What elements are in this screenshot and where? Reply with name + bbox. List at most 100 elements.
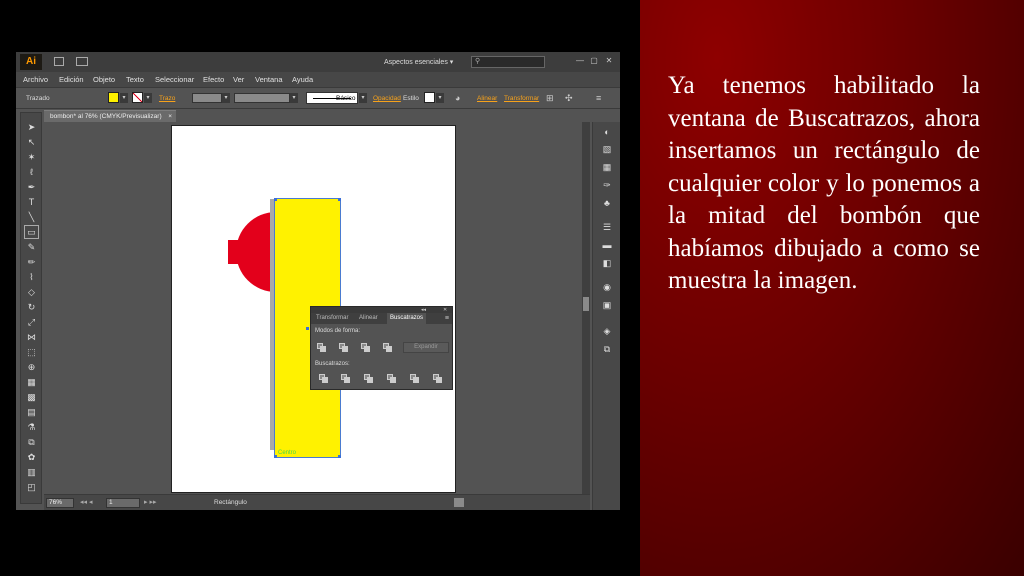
divide-icon[interactable] bbox=[319, 374, 329, 383]
direct-selection-tool-icon[interactable]: ↖ bbox=[25, 136, 38, 148]
anchor-point[interactable] bbox=[338, 198, 341, 201]
artboard-number-field[interactable]: 1 bbox=[106, 498, 140, 508]
vertical-scroll-thumb[interactable] bbox=[583, 297, 589, 311]
color-panel-icon[interactable]: ◐ bbox=[601, 127, 613, 138]
menu-ventana[interactable]: Ventana bbox=[255, 75, 283, 84]
artboard-next-nav[interactable]: ▸ ▸▸ bbox=[144, 498, 157, 506]
menu-texto[interactable]: Texto bbox=[126, 75, 144, 84]
mesh-tool-icon[interactable]: ▩ bbox=[25, 391, 38, 403]
tab-buscatrazos[interactable]: Buscatrazos bbox=[387, 313, 427, 324]
stroke-swatch[interactable] bbox=[132, 92, 143, 103]
bonbon-wrapper-tab[interactable] bbox=[228, 240, 242, 264]
transparency-icon[interactable]: ◧ bbox=[601, 258, 613, 269]
close-window-button[interactable]: ✕ bbox=[603, 56, 615, 66]
menu-seleccionar[interactable]: Seleccionar bbox=[155, 75, 194, 84]
minus-back-icon[interactable] bbox=[433, 374, 443, 383]
eraser-tool-icon[interactable]: ◇ bbox=[25, 286, 38, 298]
stroke-weight-dropdown-icon[interactable]: ▾ bbox=[222, 93, 230, 103]
style-dropdown-icon[interactable]: ▾ bbox=[436, 93, 444, 103]
arrange-documents-icon[interactable] bbox=[76, 57, 88, 66]
lasso-tool-icon[interactable]: ℓ bbox=[25, 166, 38, 178]
column-graph-tool-icon[interactable]: ▥ bbox=[25, 466, 38, 478]
opacity-label[interactable]: Opacidad bbox=[373, 95, 401, 102]
maximize-button[interactable]: ▢ bbox=[588, 56, 600, 66]
horizontal-scroll-thumb[interactable] bbox=[454, 498, 464, 507]
trim-icon[interactable] bbox=[341, 374, 351, 383]
tab-transformar[interactable]: Transformar bbox=[313, 313, 351, 324]
blend-tool-icon[interactable]: ⧉ bbox=[25, 436, 38, 448]
stroke-weight-field[interactable] bbox=[192, 93, 222, 103]
eyedropper-tool-icon[interactable]: ⚗ bbox=[25, 421, 38, 433]
layers-icon[interactable]: ◈ bbox=[601, 326, 613, 337]
pen-tool-icon[interactable]: ✒ bbox=[25, 181, 38, 193]
graphic-style-swatch[interactable] bbox=[424, 92, 435, 103]
menu-objeto[interactable]: Objeto bbox=[93, 75, 115, 84]
symbol-sprayer-tool-icon[interactable]: ✿ bbox=[25, 451, 38, 463]
tab-alinear[interactable]: Alinear bbox=[356, 313, 381, 324]
width-tool-icon[interactable]: ⋈ bbox=[25, 331, 38, 343]
variable-width-field[interactable] bbox=[234, 93, 290, 103]
help-search-input[interactable]: ⚲ bbox=[471, 56, 545, 68]
zoom-field[interactable]: 76% bbox=[46, 498, 74, 508]
menu-edicion[interactable]: Edición bbox=[59, 75, 84, 84]
align-link[interactable]: Alinear bbox=[477, 95, 497, 102]
rectangle-tool-icon[interactable]: ▭ bbox=[24, 225, 39, 239]
panel-menu-icon[interactable]: ≡ bbox=[596, 93, 601, 103]
anchor-point[interactable] bbox=[338, 455, 341, 458]
fill-swatch[interactable] bbox=[108, 92, 119, 103]
workspace-switcher[interactable]: Aspectos esenciales ▾ bbox=[384, 58, 453, 66]
pencil-tool-icon[interactable]: ✏ bbox=[25, 256, 38, 268]
crop-icon[interactable] bbox=[387, 374, 397, 383]
status-text[interactable]: Rectángulo bbox=[214, 499, 247, 506]
outline-icon[interactable] bbox=[410, 374, 420, 383]
minimize-button[interactable]: — bbox=[574, 56, 586, 66]
free-transform-tool-icon[interactable]: ⬚ bbox=[25, 346, 38, 358]
stroke-dropdown-icon[interactable]: ▾ bbox=[144, 93, 152, 103]
unite-icon[interactable] bbox=[317, 343, 327, 352]
perspective-grid-tool-icon[interactable]: ▦ bbox=[25, 376, 38, 388]
transform-link[interactable]: Transformar bbox=[504, 95, 539, 102]
graphic-styles-icon[interactable]: ▣ bbox=[601, 300, 613, 311]
anchor-point[interactable] bbox=[274, 455, 277, 458]
selection-tool-icon[interactable]: ➤ bbox=[25, 121, 38, 133]
bridge-icon[interactable] bbox=[54, 57, 64, 66]
artboards-icon[interactable]: ⧉ bbox=[601, 344, 613, 355]
stroke-panel-icon[interactable]: ☰ bbox=[601, 222, 613, 233]
anchor-point[interactable] bbox=[306, 327, 309, 330]
artboard-prev-nav[interactable]: ◂◂ ◂ bbox=[80, 498, 93, 506]
symbols-icon[interactable]: ♣ bbox=[601, 198, 613, 209]
isolate-icon[interactable]: ⊞ bbox=[546, 93, 554, 104]
artboard-tool-icon[interactable]: ◰ bbox=[25, 481, 38, 493]
appearance-icon[interactable]: ◉ bbox=[601, 282, 613, 293]
brushes-icon[interactable]: ✑ bbox=[601, 180, 613, 191]
paintbrush-tool-icon[interactable]: ✎ bbox=[25, 241, 38, 253]
variable-width-dropdown-icon[interactable]: ▾ bbox=[290, 93, 298, 103]
gradient-tool-icon[interactable]: ▤ bbox=[25, 406, 38, 418]
menu-efecto[interactable]: Efecto bbox=[203, 75, 224, 84]
blob-brush-tool-icon[interactable]: ⌇ bbox=[25, 271, 38, 283]
line-tool-icon[interactable]: ╲ bbox=[25, 211, 38, 223]
scale-tool-icon[interactable]: ⤢ bbox=[25, 316, 38, 328]
recolor-icon[interactable]: ◕ bbox=[455, 93, 460, 103]
type-tool-icon[interactable]: T bbox=[25, 196, 38, 208]
merge-icon[interactable] bbox=[364, 374, 374, 383]
menu-archivo[interactable]: Archivo bbox=[23, 75, 48, 84]
menu-ayuda[interactable]: Ayuda bbox=[292, 75, 313, 84]
vertical-scrollbar[interactable] bbox=[582, 122, 590, 494]
panel-menu-icon[interactable]: ≡ bbox=[445, 314, 449, 323]
gradient-panel-icon[interactable]: ▬ bbox=[601, 240, 613, 251]
fill-dropdown-icon[interactable]: ▾ bbox=[120, 93, 128, 103]
intersect-icon[interactable] bbox=[361, 343, 371, 352]
magic-wand-tool-icon[interactable]: ✶ bbox=[25, 151, 38, 163]
brush-dropdown-icon[interactable]: ▾ bbox=[359, 93, 367, 103]
options-icon[interactable]: ✣ bbox=[565, 93, 573, 104]
rotate-tool-icon[interactable]: ↻ bbox=[25, 301, 38, 313]
minus-front-icon[interactable] bbox=[339, 343, 349, 352]
color-guide-icon[interactable]: ▧ bbox=[601, 144, 613, 155]
shape-builder-tool-icon[interactable]: ⊕ bbox=[25, 361, 38, 373]
expand-button[interactable]: Expandir bbox=[403, 342, 449, 353]
anchor-point[interactable] bbox=[274, 198, 277, 201]
exclude-icon[interactable] bbox=[383, 343, 393, 352]
stroke-label[interactable]: Trazo bbox=[159, 95, 175, 102]
menu-ver[interactable]: Ver bbox=[233, 75, 244, 84]
